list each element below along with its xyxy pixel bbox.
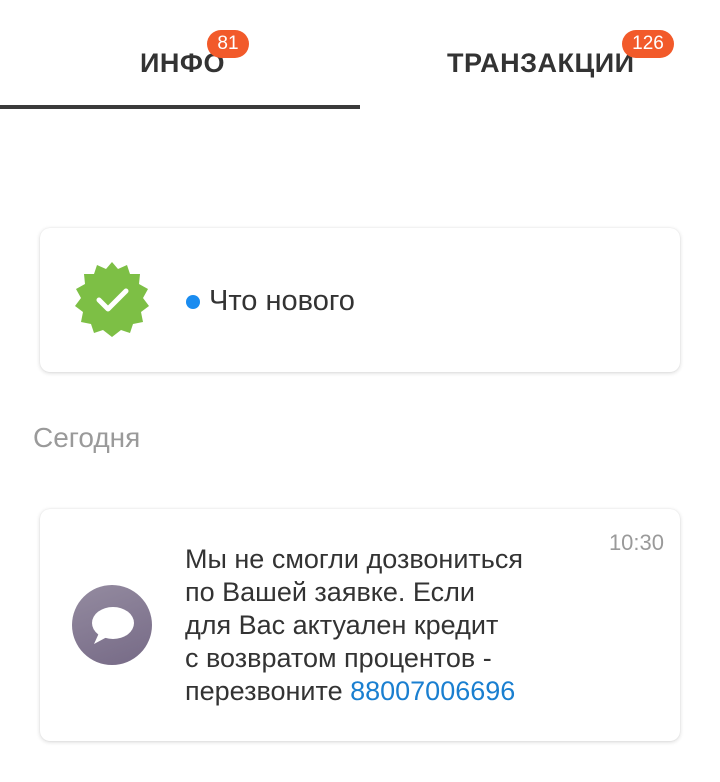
message-last-line: перезвоните 88007006696	[185, 675, 585, 708]
verified-badge-icon	[72, 260, 152, 340]
tab-transactions-badge: 126	[622, 30, 674, 58]
whats-new-card[interactable]: Что нового	[40, 228, 680, 372]
active-tab-indicator	[0, 105, 360, 109]
unread-dot	[186, 295, 200, 309]
tab-transactions-label: ТРАНЗАКЦИИ	[447, 48, 635, 78]
tab-info[interactable]: ИНФО 81	[0, 0, 360, 110]
message-line-prefix: перезвоните	[185, 676, 351, 706]
message-line: по Вашей заявке. Если	[185, 577, 475, 607]
message-line: для Вас актуален кредит	[185, 610, 499, 640]
message-line: Мы не смогли дозвониться	[185, 544, 523, 574]
tab-info-badge: 81	[207, 30, 249, 58]
phone-link[interactable]: 88007006696	[350, 676, 515, 706]
message-text: Мы не смогли дозвониться по Вашей заявке…	[185, 543, 585, 708]
whats-new-label: Что нового	[209, 285, 355, 317]
section-date-label: Сегодня	[33, 422, 141, 453]
message-line: с возвратом процентов -	[185, 643, 492, 673]
message-card[interactable]: 10:30 Мы не смогли дозвониться по Вашей …	[40, 509, 680, 741]
tab-bar: ИНФО 81 ТРАНЗАКЦИИ 126	[0, 0, 720, 110]
message-time: 10:30	[608, 530, 664, 555]
tab-transactions[interactable]: ТРАНЗАКЦИИ 126	[360, 0, 720, 110]
chat-bubble-icon	[72, 585, 152, 665]
